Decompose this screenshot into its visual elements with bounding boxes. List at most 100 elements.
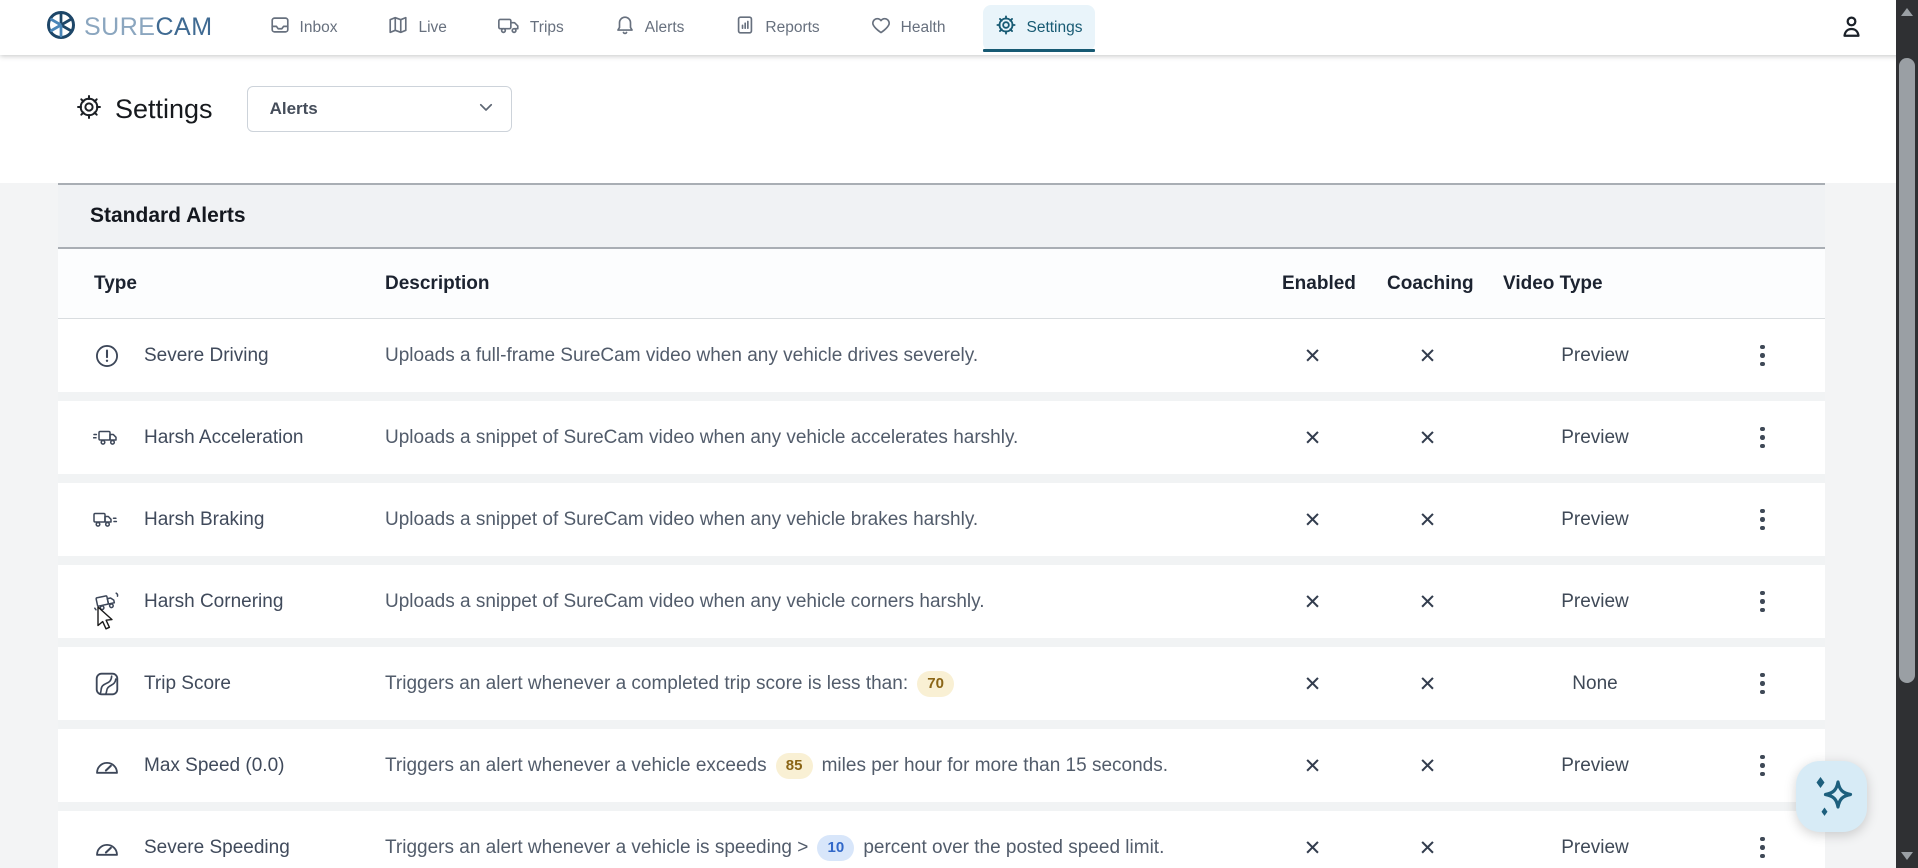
alert-description: Triggers an alert whenever a vehicle exc… (385, 752, 1260, 779)
table-row: Severe Speeding Triggers an alert whenev… (58, 811, 1825, 868)
map-icon (387, 14, 409, 41)
user-account-button[interactable] (1836, 13, 1866, 43)
chevron-down-icon (477, 98, 495, 121)
gear-icon (995, 14, 1017, 41)
report-icon (734, 14, 756, 41)
alert-type-label: Max Speed (0.0) (144, 754, 285, 776)
scrollbar-thumb[interactable] (1899, 58, 1915, 683)
nav-item-label: Health (900, 18, 946, 36)
row-menu-button[interactable] (1752, 337, 1773, 375)
alert-type-label: Harsh Braking (144, 508, 265, 530)
nav-item-reports[interactable]: Reports (722, 5, 831, 51)
coaching-toggle[interactable]: ✕ (1365, 426, 1490, 450)
column-header-video-type: Video Type (1503, 272, 1603, 294)
column-header-description: Description (385, 272, 490, 294)
gear-icon (75, 93, 103, 126)
row-menu-button[interactable] (1752, 583, 1773, 621)
column-header-coaching: Coaching (1387, 272, 1474, 294)
row-menu-button[interactable] (1752, 501, 1773, 539)
table-row: Severe Driving Uploads a full-frame Sure… (58, 319, 1825, 401)
row-menu-button[interactable] (1752, 419, 1773, 457)
enabled-toggle[interactable]: ✕ (1260, 754, 1365, 778)
nav-item-live[interactable]: Live (375, 5, 458, 51)
alert-description: Triggers an alert whenever a completed t… (385, 670, 1260, 697)
truck-accelerate-icon (92, 425, 122, 451)
alert-description: Triggers an alert whenever a vehicle is … (385, 834, 1260, 861)
aperture-icon (46, 10, 76, 45)
enabled-toggle[interactable]: ✕ (1260, 836, 1365, 860)
nav-item-alerts[interactable]: Alerts (602, 5, 697, 51)
speedometer-icon (92, 835, 122, 861)
bell-icon (614, 14, 636, 41)
standard-alerts-table: Standard Alerts Type Description Enabled… (58, 183, 1825, 868)
table-row: Harsh Acceleration Uploads a snippet of … (58, 401, 1825, 483)
nav-item-trips[interactable]: Trips (485, 5, 576, 51)
video-type-value: Preview (1561, 426, 1629, 448)
enabled-toggle[interactable]: ✕ (1260, 672, 1365, 696)
nav-item-settings[interactable]: Settings (983, 4, 1095, 52)
nav-item-label: Alerts (644, 18, 685, 36)
value-badge: 85 (775, 752, 813, 779)
column-header-type: Type (94, 272, 137, 294)
scrollbar-down-arrow[interactable] (1901, 852, 1913, 860)
alert-description: Uploads a full-frame SureCam video when … (385, 344, 979, 366)
truck-icon (497, 14, 521, 41)
settings-section-dropdown[interactable]: Alerts (246, 86, 512, 132)
alert-type-label: Severe Speeding (144, 836, 290, 858)
user-icon (1838, 13, 1865, 43)
coaching-toggle[interactable]: ✕ (1365, 672, 1490, 696)
alert-type-label: Harsh Acceleration (144, 426, 304, 448)
table-row: Trip Score Triggers an alert whenever a … (58, 647, 1825, 729)
brand-wordmark: SURECAM (84, 13, 213, 41)
alert-description: Uploads a snippet of SureCam video when … (385, 508, 979, 530)
dropdown-selected-value: Alerts (269, 99, 318, 118)
coaching-toggle[interactable]: ✕ (1365, 508, 1490, 532)
coaching-toggle[interactable]: ✕ (1365, 344, 1490, 368)
nav-item-label: Inbox (299, 18, 338, 36)
coaching-toggle[interactable]: ✕ (1365, 590, 1490, 614)
coaching-toggle[interactable]: ✕ (1365, 754, 1490, 778)
nav-items: Inbox Live Trips Alerts Reports Health S… (257, 4, 1095, 52)
enabled-toggle[interactable]: ✕ (1260, 590, 1365, 614)
page-header: Settings Alerts (0, 55, 1918, 183)
alert-type-label: Severe Driving (144, 344, 269, 366)
truck-brake-icon (92, 507, 122, 533)
enabled-toggle[interactable]: ✕ (1260, 344, 1365, 368)
video-type-value: None (1572, 672, 1618, 694)
alert-description: Uploads a snippet of SureCam video when … (385, 426, 1019, 448)
heart-icon (870, 14, 892, 41)
value-badge: 10 (817, 834, 855, 861)
section-title: Standard Alerts (90, 204, 246, 227)
nav-item-inbox[interactable]: Inbox (257, 5, 350, 51)
video-type-value: Preview (1561, 344, 1629, 366)
speedometer-icon (92, 753, 122, 779)
value-badge: 70 (917, 670, 955, 697)
nav-item-label: Live (418, 18, 447, 36)
ai-assistant-button[interactable] (1796, 761, 1867, 832)
enabled-toggle[interactable]: ✕ (1260, 508, 1365, 532)
top-nav: SURECAM Inbox Live Trips Alerts Reports … (0, 0, 1918, 55)
table-row: Max Speed (0.0) Triggers an alert whenev… (58, 729, 1825, 811)
trip-route-icon (92, 671, 122, 697)
scrollbar-up-arrow[interactable] (1901, 8, 1913, 16)
section-header: Standard Alerts (58, 183, 1825, 249)
row-menu-button[interactable] (1752, 829, 1773, 867)
nav-item-health[interactable]: Health (858, 5, 958, 51)
alert-description: Uploads a snippet of SureCam video when … (385, 590, 985, 612)
truck-corner-icon (92, 589, 122, 615)
nav-item-label: Reports (765, 18, 820, 36)
table-row: Harsh Braking Uploads a snippet of SureC… (58, 483, 1825, 565)
enabled-toggle[interactable]: ✕ (1260, 426, 1365, 450)
brand-logo[interactable]: SURECAM (46, 10, 213, 45)
row-menu-button[interactable] (1752, 665, 1773, 703)
nav-item-label: Settings (1026, 18, 1083, 36)
column-header-enabled: Enabled (1282, 272, 1356, 294)
coaching-toggle[interactable]: ✕ (1365, 836, 1490, 860)
nav-item-label: Trips (529, 18, 564, 36)
alert-type-label: Trip Score (144, 672, 231, 694)
row-menu-button[interactable] (1752, 747, 1773, 785)
table-row: Harsh Cornering Uploads a snippet of Sur… (58, 565, 1825, 647)
video-type-value: Preview (1561, 508, 1629, 530)
video-type-value: Preview (1561, 836, 1629, 858)
vertical-scrollbar (1896, 0, 1918, 868)
